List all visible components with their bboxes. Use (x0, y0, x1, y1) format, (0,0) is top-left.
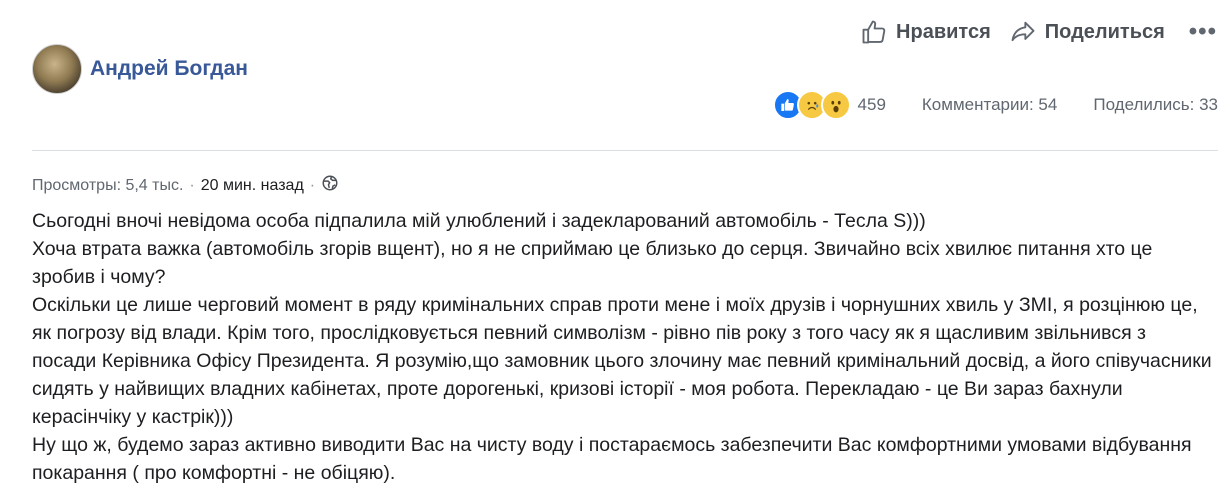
shares-count-link[interactable]: Поделились: 33 (1093, 95, 1218, 115)
views-count: Просмотры: 5,4 тыс. (32, 176, 184, 194)
post-paragraph: Оскільки це лише черговий момент в ряду … (32, 294, 1212, 428)
post-timestamp[interactable]: 20 мин. назад (201, 177, 304, 195)
meta-separator: · (309, 176, 316, 194)
avatar[interactable] (32, 44, 82, 94)
comments-count-link[interactable]: Комментарии: 54 (922, 95, 1057, 115)
post-stats: 459 Комментарии: 54 Поделились: 33 (772, 90, 1218, 120)
post-meta: Просмотры: 5,4 тыс. · 20 мин. назад · (32, 174, 339, 197)
more-options-icon[interactable]: ••• (1189, 18, 1217, 46)
meta-separator: · (189, 176, 195, 194)
like-label: Нравится (896, 20, 991, 43)
wow-face-icon (820, 90, 851, 120)
post-paragraph: Ну що ж, будемо зараз активно виводити В… (32, 434, 1192, 484)
author-name-link[interactable]: Андрей Богдан (90, 57, 248, 81)
globe-icon[interactable] (321, 174, 339, 197)
share-label: Поделиться (1044, 20, 1165, 43)
share-arrow-icon (1009, 18, 1037, 46)
post-paragraph: Сьогодні вночі невідома особа підпалила … (32, 210, 926, 232)
post-body: Сьогодні вночі невідома особа підпалила … (32, 207, 1212, 487)
reaction-count[interactable]: 459 (858, 95, 886, 115)
share-button[interactable]: Поделиться (1009, 18, 1165, 46)
post-actions-bar: Нравится Поделиться ••• (860, 18, 1217, 46)
thumbs-up-icon (860, 18, 888, 46)
like-button[interactable]: Нравится (860, 18, 991, 46)
reactions-summary[interactable] (772, 90, 851, 120)
post-paragraph: Хоча втрата важка (автомобіль згорів вще… (32, 238, 1153, 288)
stats-divider (32, 150, 1218, 151)
post-author: Андрей Богдан (32, 44, 248, 94)
